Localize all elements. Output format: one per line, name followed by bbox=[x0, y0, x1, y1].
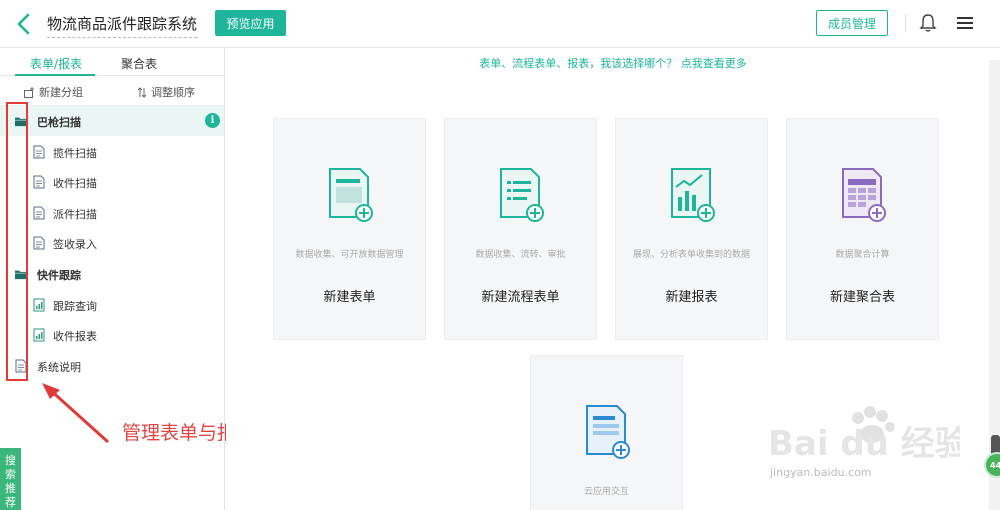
card-description: 云应用交互 bbox=[583, 487, 629, 497]
tree-item-delivery-scan[interactable]: 派件扫描 bbox=[0, 198, 224, 228]
annotation-highlight-box bbox=[6, 102, 28, 381]
annotation-arrow-icon bbox=[42, 383, 110, 444]
tree-item-receive-report[interactable]: 收件报表 bbox=[0, 320, 224, 350]
card-description: 数据收集、可开放数据管理 bbox=[295, 250, 404, 260]
form-add-icon bbox=[329, 168, 373, 222]
report-icon bbox=[33, 328, 45, 342]
create-aggregate-card[interactable]: 数据聚合计算 新建聚合表 bbox=[786, 118, 939, 340]
sidebar-toolbar: 新建分组 调整顺序 bbox=[0, 76, 224, 106]
tab-forms-reports[interactable]: 表单/报表 bbox=[30, 55, 82, 72]
form-doc-icon bbox=[33, 206, 45, 220]
tree-item-sign-entry[interactable]: 签收录入 bbox=[0, 228, 224, 258]
app-title[interactable]: 物流商品派件跟踪系统 bbox=[47, 13, 198, 38]
preview-app-button[interactable]: 预览应用 bbox=[215, 10, 286, 36]
tree-label: 收件扫描 bbox=[53, 177, 97, 190]
tree-item-pickup-scan[interactable]: 揽件扫描 bbox=[0, 137, 224, 167]
tree-label: 快件跟踪 bbox=[37, 269, 81, 282]
tree-label: 收件报表 bbox=[53, 330, 97, 343]
tree-folder-barcode-scan[interactable]: 巴枪扫描 i bbox=[0, 106, 224, 136]
aggregate-add-icon bbox=[842, 168, 886, 222]
card-title: 新建流程表单 bbox=[481, 290, 560, 305]
header-divider bbox=[905, 14, 906, 32]
tree-item-tracking-query[interactable]: 跟踪查询 bbox=[0, 290, 224, 320]
new-group-icon bbox=[24, 86, 34, 98]
help-link[interactable]: 表单、流程表单、报表，我该选择哪个？ 点我查看更多 bbox=[226, 55, 1000, 71]
card-description: 数据收集、流转、审批 bbox=[475, 250, 566, 260]
card-title: 新建表单 bbox=[323, 290, 376, 305]
tree-label: 揽件扫描 bbox=[53, 147, 97, 160]
member-management-button[interactable]: 成员管理 bbox=[816, 10, 888, 36]
card-description: 数据聚合计算 bbox=[835, 250, 890, 260]
bell-icon[interactable] bbox=[919, 13, 937, 33]
tree-label: 跟踪查询 bbox=[53, 300, 97, 313]
form-doc-icon bbox=[33, 236, 45, 250]
tree-label: 系统说明 bbox=[37, 361, 81, 374]
top-bar: 物流商品派件跟踪系统 预览应用 成员管理 bbox=[0, 0, 1000, 48]
tree-label: 签收录入 bbox=[53, 238, 97, 251]
watermark-brand: Bai du 经验 bbox=[768, 424, 960, 464]
tree-label: 派件扫描 bbox=[53, 208, 97, 221]
info-icon[interactable]: i bbox=[205, 113, 220, 128]
form-doc-icon bbox=[33, 145, 45, 159]
new-group-button[interactable]: 新建分组 bbox=[24, 84, 83, 100]
tree-item-system-notes[interactable]: 系统说明 bbox=[0, 351, 224, 381]
card-title: 新建报表 bbox=[665, 290, 718, 305]
create-report-card[interactable]: 展现、分析表单收集到的数据 新建报表 bbox=[615, 118, 768, 340]
report-icon bbox=[33, 298, 45, 312]
report-add-icon bbox=[671, 168, 715, 222]
reorder-label: 调整顺序 bbox=[151, 86, 195, 99]
tree-label: 巴枪扫描 bbox=[37, 116, 81, 129]
card-description: 展现、分析表单收集到的数据 bbox=[632, 250, 750, 260]
cloud-app-card[interactable]: 云应用交互 bbox=[530, 355, 683, 510]
cloud-app-add-icon bbox=[586, 405, 630, 459]
flow-form-add-icon bbox=[500, 168, 544, 222]
search-recommend-tab[interactable]: 搜索推荐 bbox=[0, 448, 21, 510]
form-doc-icon bbox=[33, 175, 45, 189]
card-title: 新建聚合表 bbox=[829, 290, 895, 305]
right-edge-strip bbox=[989, 60, 1000, 510]
create-form-card[interactable]: 数据收集、可开放数据管理 新建表单 bbox=[273, 118, 426, 340]
back-arrow-icon[interactable] bbox=[14, 12, 34, 36]
create-flow-form-card[interactable]: 数据收集、流转、审批 新建流程表单 bbox=[444, 118, 597, 340]
tab-aggregate[interactable]: 聚合表 bbox=[121, 55, 157, 72]
tree-folder-express-tracking[interactable]: 快件跟踪 bbox=[0, 259, 224, 289]
sidebar-tabs: 表单/报表 聚合表 bbox=[0, 48, 224, 76]
new-group-label: 新建分组 bbox=[39, 86, 83, 99]
watermark-url: jingyan.baidu.com bbox=[770, 466, 872, 479]
tree-item-receive-scan[interactable]: 收件扫描 bbox=[0, 167, 224, 197]
hamburger-menu-icon[interactable] bbox=[956, 15, 974, 31]
reorder-button[interactable]: 调整顺序 bbox=[137, 84, 195, 100]
sort-icon bbox=[137, 86, 147, 98]
